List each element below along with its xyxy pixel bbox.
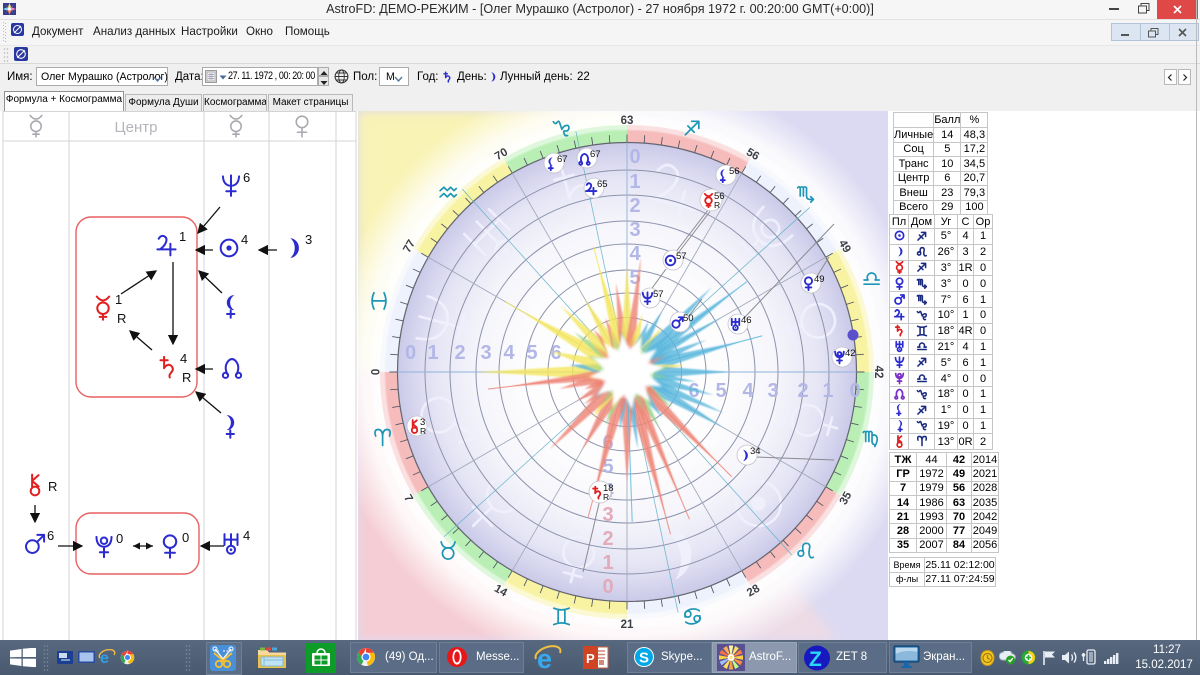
svg-text:S: S [639,650,649,667]
svg-text:4: 4 [742,380,754,402]
svg-text:0: 0 [849,380,860,402]
svg-text:4: 4 [241,232,248,247]
svg-text:6: 6 [243,170,250,185]
svg-text:1: 1 [179,229,186,244]
svg-text:4: 4 [629,243,641,265]
svg-text:56: 56 [729,166,740,177]
svg-text:34: 34 [750,446,761,457]
svg-text:R: R [182,370,191,385]
svg-text:4: 4 [180,351,187,366]
svg-text:5: 5 [715,380,726,402]
svg-text:6: 6 [47,528,54,543]
svg-text:Z: Z [809,648,822,671]
svg-text:3: 3 [305,232,312,247]
svg-text:0: 0 [602,576,613,598]
svg-text:0: 0 [116,531,123,546]
svg-text:1: 1 [629,171,640,193]
svg-text:5: 5 [526,342,537,364]
svg-text:R: R [714,200,720,210]
svg-text:R: R [603,492,609,502]
svg-text:63: 63 [621,115,634,127]
svg-text:67: 67 [590,149,601,160]
svg-text:57: 57 [676,251,687,262]
svg-text:65: 65 [597,179,608,190]
svg-text:Центр: Центр [115,119,158,136]
svg-text:4: 4 [243,528,250,543]
svg-text:R: R [420,426,426,436]
svg-text:1: 1 [427,342,438,364]
svg-text:2: 2 [629,195,640,217]
svg-text:3: 3 [480,342,491,364]
svg-text:49: 49 [814,274,825,285]
svg-text:2: 2 [797,380,808,402]
svg-text:2: 2 [454,342,465,364]
svg-text:1: 1 [822,380,833,402]
svg-text:3: 3 [767,380,778,402]
svg-text:3: 3 [602,504,613,526]
svg-text:3: 3 [629,219,640,241]
svg-text:50: 50 [683,313,694,324]
svg-text:67: 67 [557,154,568,165]
svg-text:42: 42 [872,366,884,379]
svg-text:46: 46 [741,315,752,326]
svg-text:0: 0 [629,146,640,168]
svg-text:P: P [586,651,595,666]
svg-text:1: 1 [115,292,122,307]
svg-text:0: 0 [368,369,380,375]
svg-text:21: 21 [621,619,634,631]
svg-text:57: 57 [653,289,664,300]
svg-text:R: R [117,311,126,326]
svg-text:42: 42 [845,348,856,359]
svg-text:R: R [48,479,57,494]
svg-text:4: 4 [503,342,515,364]
svg-text:0: 0 [182,530,189,545]
svg-text:1: 1 [602,552,613,574]
svg-text:2: 2 [602,528,613,550]
svg-text:0: 0 [405,342,416,364]
